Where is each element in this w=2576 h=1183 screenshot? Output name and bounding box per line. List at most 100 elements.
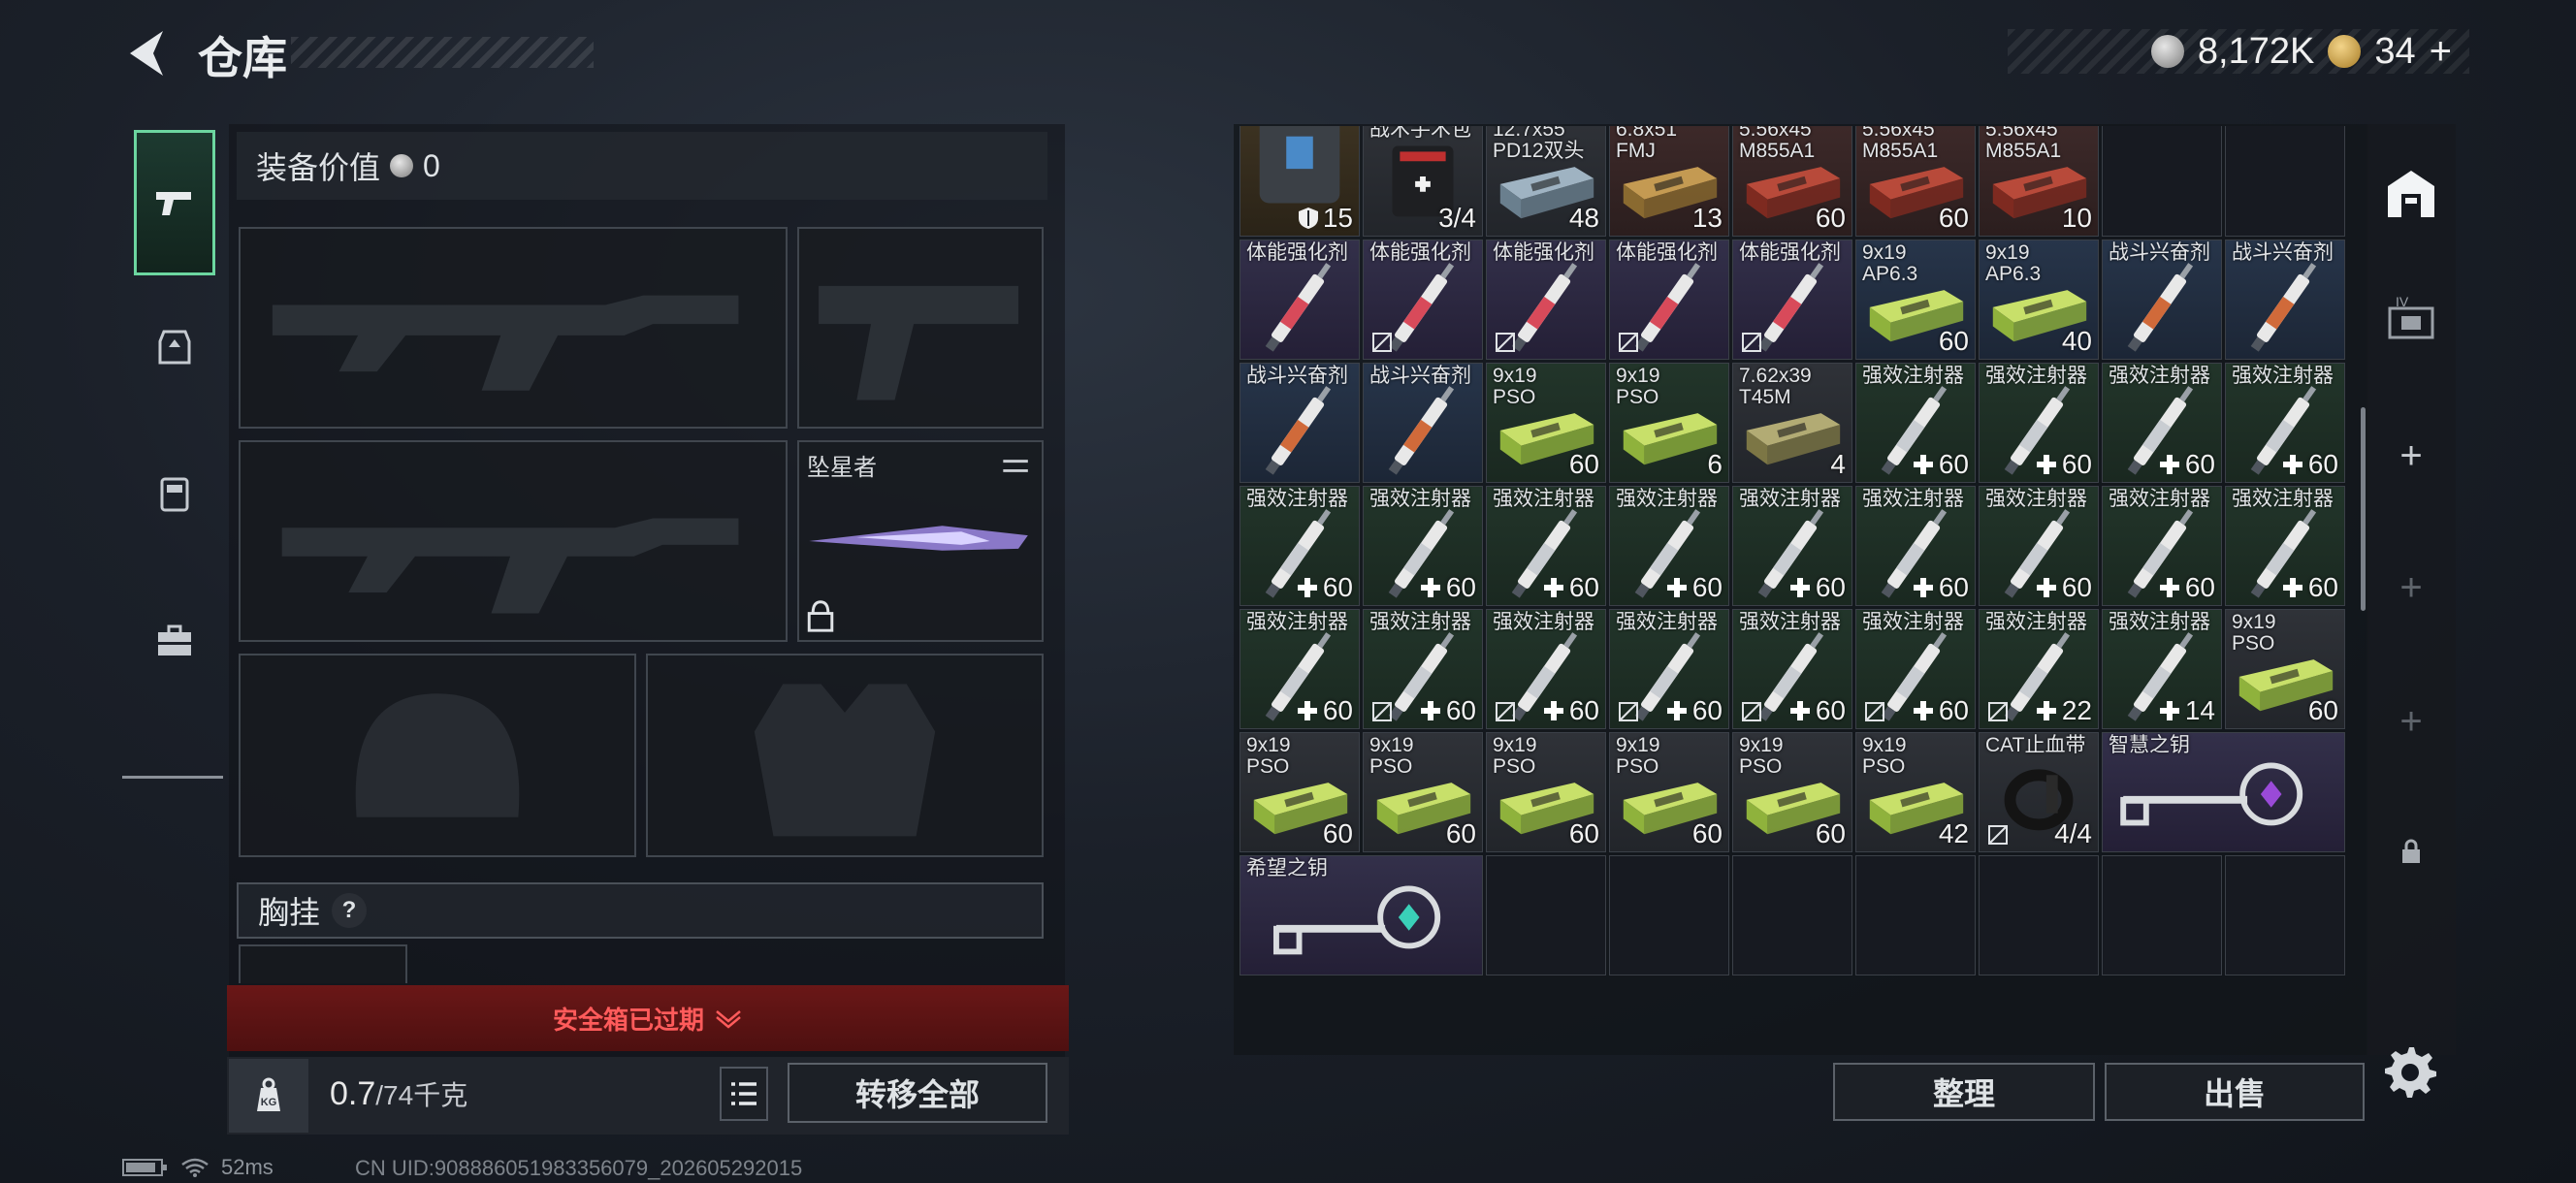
empty-slot[interactable] (2225, 855, 2345, 975)
stash-item[interactable]: 9x19 PSO 60 (1486, 363, 1606, 483)
stash-item[interactable]: 强效注射器 60 (1240, 609, 1360, 729)
stash-item[interactable]: 战斗兴奋剂 (1240, 363, 1360, 483)
svg-text:KG: KG (261, 1097, 277, 1108)
stash-item[interactable]: 体能强化剂 (1486, 240, 1606, 360)
tab-backpack[interactable] (134, 421, 215, 566)
pistol-slot[interactable] (797, 227, 1044, 429)
transfer-all-button[interactable]: 转移全部 (788, 1063, 1047, 1123)
stash-item[interactable]: 强效注射器 60 (1855, 486, 1976, 606)
tab-stash-iv[interactable]: IV (2378, 281, 2444, 359)
empty-slot[interactable] (1486, 855, 1606, 975)
uid-readout: CN UID:9088860519833560​79_202605292015 (355, 1156, 803, 1180)
empty-slot[interactable] (2102, 855, 2222, 975)
stash-item[interactable]: 战斗兴奋剂 (2225, 240, 2345, 360)
stash-item[interactable]: 9x19 AP6.3 40 (1979, 240, 2099, 360)
stash-item[interactable]: 强效注射器 14 (2102, 609, 2222, 729)
stash-item[interactable]: 12.7x55 PD12双头 48 (1486, 126, 1606, 237)
stash-item[interactable]: 体能强化剂 (1240, 240, 1360, 360)
item-count: 60 (1912, 449, 1969, 480)
melee-slot[interactable]: 坠星者 (797, 440, 1044, 642)
tab-stash-main[interactable] (2378, 155, 2444, 233)
stash-item[interactable]: 7.62x39 T45M 4 (1732, 363, 1852, 483)
stash-item[interactable]: 9x19 PSO 6 (1609, 363, 1729, 483)
stash-item[interactable]: 体能强化剂 (1363, 240, 1483, 360)
sell-button[interactable]: 出售 (2105, 1063, 2365, 1121)
item-name: 9x19 AP6.3 (1985, 241, 2042, 285)
add-stash-page-icon[interactable]: + (2378, 427, 2444, 485)
chest-rig-slot[interactable] (239, 944, 407, 983)
stash-item[interactable]: 体能强化剂 (1732, 240, 1852, 360)
add-stash-page-icon[interactable]: + (2378, 559, 2444, 617)
stash-item[interactable]: 9x19 PSO 42 (1855, 732, 1976, 852)
primary-weapon-slot[interactable] (239, 227, 788, 429)
secondary-weapon-slot[interactable] (239, 440, 788, 642)
help-icon[interactable]: ? (332, 893, 368, 928)
chest-rig-row[interactable]: 胸挂 ? (237, 882, 1044, 939)
stash-item[interactable]: 强效注射器 60 (1486, 609, 1606, 729)
stash-item[interactable]: 强效注射器 60 (2102, 486, 2222, 606)
stash-item[interactable]: 5.56x45 M855A1 10 (1979, 126, 2099, 237)
stash-item[interactable]: 强效注射器 60 (1855, 363, 1976, 483)
stash-item[interactable]: 强效注射器 60 (2102, 363, 2222, 483)
lock-icon (2402, 839, 2420, 863)
stash-item[interactable]: 9x19 PSO 60 (2225, 609, 2345, 729)
item-count: 10 (2061, 203, 2092, 233)
rifle-silhouette-icon (281, 518, 739, 614)
stash-item[interactable]: 9x19 PSO 60 (1609, 732, 1729, 852)
vest-silhouette-icon (754, 684, 936, 837)
stash-item[interactable]: 希望之钥 (1240, 855, 1483, 975)
stash-item[interactable]: 强效注射器 60 (1732, 486, 1852, 606)
locked-stash-page[interactable] (2378, 832, 2444, 871)
settings-gear-icon[interactable] (2380, 1041, 2438, 1100)
tab-briefcase[interactable] (134, 568, 215, 714)
back-button[interactable] (120, 25, 171, 81)
item-count: 60 (1788, 572, 1846, 603)
stash-item[interactable]: 体能强化剂 (1609, 240, 1729, 360)
empty-slot[interactable] (2225, 126, 2345, 237)
body-armor-slot[interactable] (646, 654, 1044, 857)
stash-item[interactable]: 9x19 PSO 60 (1240, 732, 1360, 852)
stash-item[interactable]: 9x19 AP6.3 60 (1855, 240, 1976, 360)
stash-item[interactable]: 9x19 PSO 60 (1732, 732, 1852, 852)
empty-slot[interactable] (1979, 855, 2099, 975)
stash-item[interactable]: 5.56x45 M855A1 60 (1855, 126, 1976, 237)
stash-item[interactable]: 强效注射器 60 (1486, 486, 1606, 606)
stash-item[interactable]: 战斗兴奋剂 (1363, 363, 1483, 483)
stash-item[interactable]: 强效注射器 60 (1979, 486, 2099, 606)
stash-item[interactable]: 战术手术包 3/4 (1363, 126, 1483, 237)
helmet-slot[interactable] (239, 654, 636, 857)
stash-item[interactable]: 强效注射器 60 (2225, 363, 2345, 483)
stash-item[interactable]: 强效注射器 60 (1979, 363, 2099, 483)
tab-armor-rig[interactable] (134, 273, 215, 419)
stash-item[interactable]: 强效注射器 60 (1855, 609, 1976, 729)
empty-slot[interactable] (2102, 126, 2222, 237)
empty-slot[interactable] (1855, 855, 1976, 975)
stash-item[interactable]: 战斗兴奋剂 (2102, 240, 2222, 360)
stash-item[interactable]: 强效注射器 60 (2225, 486, 2345, 606)
status-bar: 52ms (122, 1154, 274, 1181)
stash-item[interactable]: CAT止血带 4/4 (1979, 732, 2099, 852)
stash-item[interactable]: 智慧之钥 (2102, 732, 2345, 852)
list-view-button[interactable] (720, 1067, 768, 1121)
stash-item[interactable]: 强效注射器 60 (1732, 609, 1852, 729)
tab-weapons[interactable] (134, 130, 215, 275)
add-stash-page-icon[interactable]: + (2378, 692, 2444, 751)
item-name: 强效注射器 (1985, 365, 2087, 387)
stash-item[interactable]: 9x19 PSO 60 (1363, 732, 1483, 852)
stash-scrollbar[interactable] (2361, 407, 2366, 611)
stash-item[interactable]: 强效注射器 22 (1979, 609, 2099, 729)
stash-item[interactable]: 强效注射器 60 (1609, 486, 1729, 606)
stash-item[interactable]: 15 (1240, 126, 1360, 237)
sort-button[interactable]: 整理 (1833, 1063, 2095, 1121)
stash-item[interactable]: 强效注射器 60 (1240, 486, 1360, 606)
stash-item[interactable]: 9x19 PSO 60 (1486, 732, 1606, 852)
stash-item[interactable]: 强效注射器 60 (1609, 609, 1729, 729)
stash-item[interactable]: 强效注射器 60 (1363, 486, 1483, 606)
add-currency-icon[interactable]: + (2430, 30, 2452, 74)
stash-item[interactable]: 5.56x45 M855A1 60 (1732, 126, 1852, 237)
empty-slot[interactable] (1609, 855, 1729, 975)
stash-item[interactable]: 6.8x51 FMJ 13 (1609, 126, 1729, 237)
stash-item[interactable]: 强效注射器 60 (1363, 609, 1483, 729)
safebox-expired-banner[interactable]: 安全箱已过期 (227, 985, 1069, 1051)
empty-slot[interactable] (1732, 855, 1852, 975)
